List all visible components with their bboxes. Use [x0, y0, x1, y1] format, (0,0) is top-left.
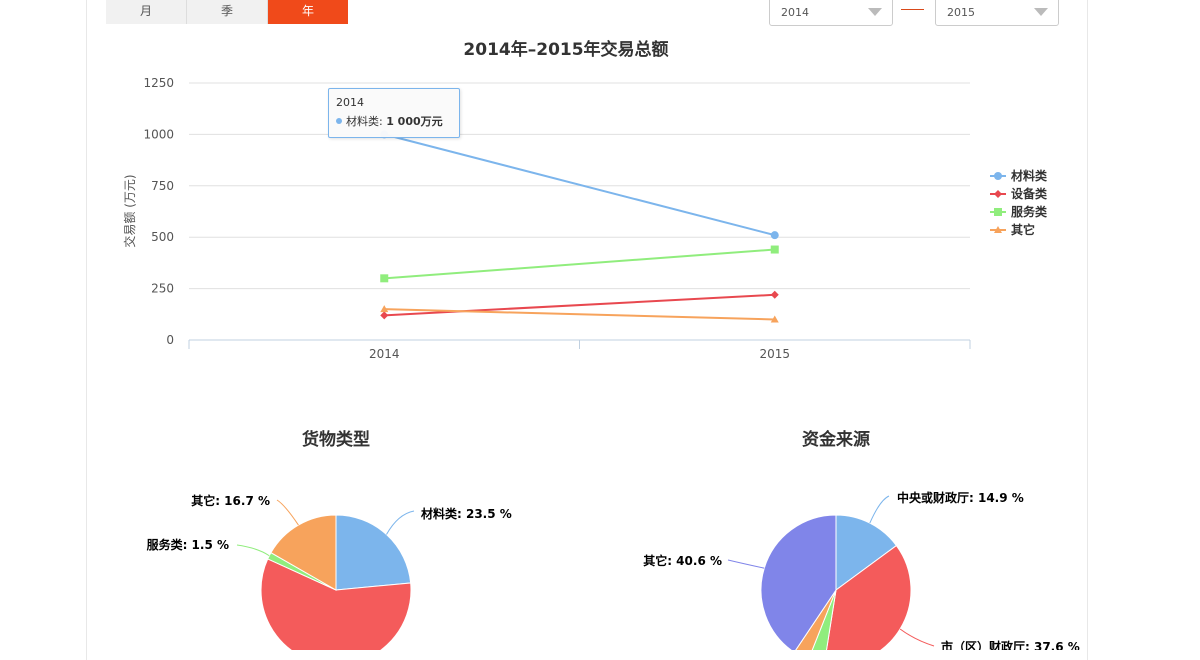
- line-tooltip: 2014 材料类: 1 000万元: [328, 88, 460, 138]
- pie-connector: [869, 495, 890, 524]
- tooltip-value: 1 000万元: [386, 115, 443, 128]
- series-marker: [770, 245, 779, 254]
- series-line: [384, 133, 775, 237]
- series-dot-icon: [336, 118, 342, 124]
- y-tick-label: 1000: [143, 127, 174, 141]
- pie-slice: [335, 514, 412, 591]
- pie-connector: [386, 510, 415, 535]
- pie-data-label: 材料类: 23.5 %: [420, 506, 512, 521]
- legend-marker: [994, 172, 1002, 180]
- tooltip-body: 材料类: 1 000万元: [336, 113, 443, 129]
- series-marker: [770, 231, 779, 240]
- pie-title: 资金来源: [802, 429, 870, 450]
- y-tick-label: 1250: [143, 76, 174, 90]
- pie-connector: [236, 544, 270, 557]
- pie-data-label: 其它: 40.6 %: [643, 553, 722, 568]
- line-chart-title: 2014年–2015年交易总额: [463, 39, 668, 60]
- tooltip-series: 材料类: [346, 115, 379, 128]
- y-tick-label: 0: [166, 333, 174, 347]
- y-tick-label: 750: [151, 179, 174, 193]
- pie-connector: [727, 559, 765, 569]
- pie-data-label: 中央或财政厅: 14.9 %: [897, 490, 1024, 505]
- tooltip-title: 2014: [336, 96, 364, 109]
- charts-canvas: 2014年–2015年交易总额0250500750100012502014 201…: [122, 39, 1080, 650]
- series-marker: [380, 311, 389, 320]
- series-line: [384, 293, 775, 317]
- pie-data-label: 其它: 16.7 %: [191, 493, 270, 508]
- series-line: [384, 308, 775, 321]
- legend-marker: [994, 208, 1002, 216]
- pie-connector: [899, 628, 935, 647]
- series-marker: [770, 290, 779, 299]
- x-tick-label: 2015: [759, 347, 790, 361]
- pie-connector: [276, 499, 299, 526]
- y-tick-label: 500: [151, 230, 174, 244]
- pie-data-label: 服务类: 1.5 %: [147, 537, 229, 552]
- legend-label: 设备类: [1011, 186, 1048, 201]
- pie-title: 货物类型: [302, 429, 370, 450]
- pie-data-label: 市（区）财政厅: 37.6 %: [941, 639, 1080, 650]
- y-tick-label: 250: [151, 282, 174, 296]
- legend-label: 服务类: [1011, 204, 1048, 219]
- legend-label: 其它: [1011, 222, 1035, 237]
- legend-label: 材料类: [1010, 168, 1048, 183]
- x-tick-label: 2014: [369, 347, 400, 361]
- series-line: [384, 248, 775, 280]
- legend-marker: [994, 190, 1002, 198]
- series-marker: [380, 274, 389, 283]
- y-axis-title: 交易额 (万元): [122, 174, 137, 247]
